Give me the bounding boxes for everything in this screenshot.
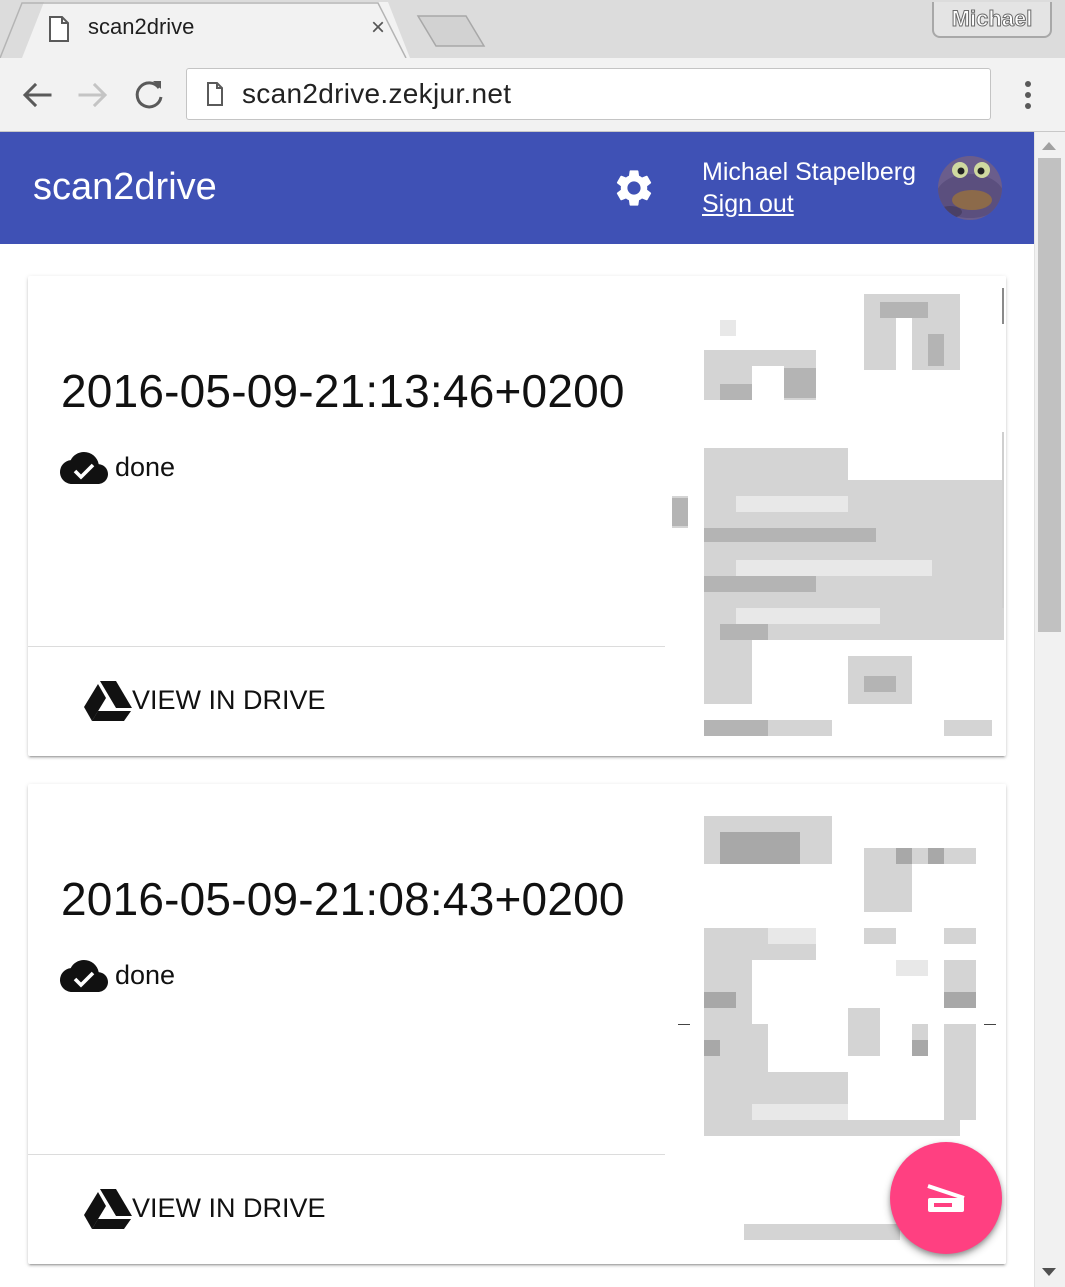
scan-thumbnail[interactable] xyxy=(668,276,1006,756)
scan-title: 2016-05-09-21:13:46+0200 xyxy=(61,365,625,417)
page-favicon-icon xyxy=(49,16,69,42)
profile-name-button[interactable]: Michael xyxy=(932,2,1052,38)
scan-title: 2016-05-09-21:08:43+0200 xyxy=(61,873,625,925)
three-dots-menu-icon[interactable] xyxy=(1014,78,1042,112)
avatar[interactable] xyxy=(938,156,1002,220)
address-bar-url[interactable]: scan2drive.zekjur.net xyxy=(242,78,511,110)
cloud-done-icon xyxy=(60,960,108,992)
scroll-up-arrow-icon[interactable] xyxy=(1042,142,1056,150)
scan-status-text: done xyxy=(115,452,176,482)
new-tab-button[interactable] xyxy=(416,14,486,48)
cloud-done-icon xyxy=(60,452,108,484)
scan-fab-button[interactable] xyxy=(890,1142,1002,1254)
back-arrow-icon[interactable] xyxy=(20,78,54,112)
browser-tabstrip: scan2drive × Michael xyxy=(0,0,1065,58)
tab-title: scan2drive xyxy=(88,14,195,39)
scan-card: 2016-05-09-21:08:43+0200 done VIEW IN DR… xyxy=(28,784,1006,1264)
scanner-icon xyxy=(927,1184,965,1212)
google-drive-icon xyxy=(84,1189,132,1229)
sign-out-link[interactable]: Sign out xyxy=(702,190,794,219)
reload-icon[interactable] xyxy=(132,78,166,112)
card-divider xyxy=(28,1154,665,1155)
scan-status-text: done xyxy=(115,960,176,990)
page-info-icon[interactable] xyxy=(206,82,224,106)
view-in-drive-label: VIEW IN DRIVE xyxy=(132,685,326,715)
tab-close-icon[interactable]: × xyxy=(366,16,390,40)
gear-icon[interactable] xyxy=(612,166,656,210)
scrollbar-thumb[interactable] xyxy=(1038,158,1061,632)
view-in-drive-label: VIEW IN DRIVE xyxy=(132,1193,326,1223)
forward-arrow-icon[interactable] xyxy=(76,78,110,112)
google-drive-icon xyxy=(84,681,132,721)
scan-card: 2016-05-09-21:13:46+0200 done VIEW IN DR… xyxy=(28,276,1006,756)
user-name: Michael Stapelberg xyxy=(702,158,917,186)
card-divider xyxy=(28,646,665,647)
app-title: scan2drive xyxy=(33,166,217,208)
scroll-down-arrow-icon[interactable] xyxy=(1042,1268,1056,1276)
